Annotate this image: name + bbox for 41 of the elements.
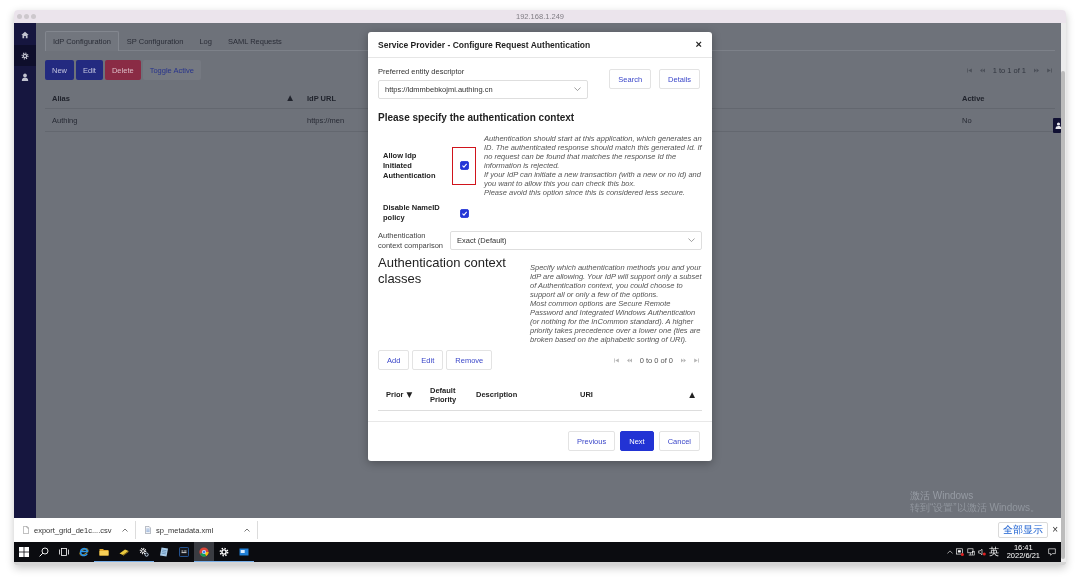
- section-heading: Please specify the authentication context: [378, 112, 576, 124]
- sidebar-item[interactable]: [14, 45, 36, 66]
- checkbox[interactable]: [459, 161, 469, 170]
- settings-icon: [219, 547, 229, 557]
- folder-icon: [99, 547, 109, 557]
- document-icon: [159, 547, 169, 557]
- four-squares-icon[interactable]: [19, 547, 29, 557]
- checkbox[interactable]: [459, 208, 469, 218]
- chevron-down-icon: [574, 87, 581, 92]
- window-error-icon[interactable]: [955, 548, 964, 556]
- speaker-muted-icon[interactable]: [977, 548, 986, 556]
- file-icon: [23, 526, 29, 534]
- close-button[interactable]: ×: [695, 39, 702, 50]
- show-all-button[interactable]: 全部显示: [998, 522, 1049, 538]
- user-icon: [21, 72, 29, 81]
- person-icon[interactable]: [1053, 118, 1061, 133]
- eraser-icon: [119, 547, 129, 557]
- browser-icon: [199, 547, 209, 557]
- section-heading: Authentication context classes: [378, 255, 507, 288]
- dialog-title: Service Provider - Configure Request Authentication: [378, 39, 591, 50]
- scrollbar[interactable]: [14, 562, 1066, 565]
- caret-up-icon[interactable]: [244, 528, 250, 532]
- close-button[interactable]: ×: [1052, 525, 1058, 535]
- network-icon[interactable]: [966, 548, 975, 556]
- scrollbar[interactable]: [1061, 23, 1066, 562]
- caret-up-icon[interactable]: [122, 528, 128, 532]
- home-icon: [21, 30, 29, 39]
- task-view-icon[interactable]: [59, 547, 69, 557]
- e-browser-icon: [79, 547, 89, 557]
- monitor-icon: [239, 547, 249, 557]
- taskbar-button[interactable]: [194, 542, 214, 562]
- gears-icon: [139, 547, 149, 557]
- search-icon[interactable]: [39, 547, 49, 557]
- notification-icon[interactable]: [1048, 548, 1056, 556]
- chevron-up-icon[interactable]: [946, 550, 953, 554]
- chevron-down-icon: [688, 238, 695, 243]
- scrollbar-thumb[interactable]: [1061, 71, 1065, 559]
- document-icon: [145, 526, 151, 534]
- settings-icon: [21, 51, 29, 60]
- input-language[interactable]: 英: [988, 546, 999, 558]
- terminal-icon: [179, 547, 189, 557]
